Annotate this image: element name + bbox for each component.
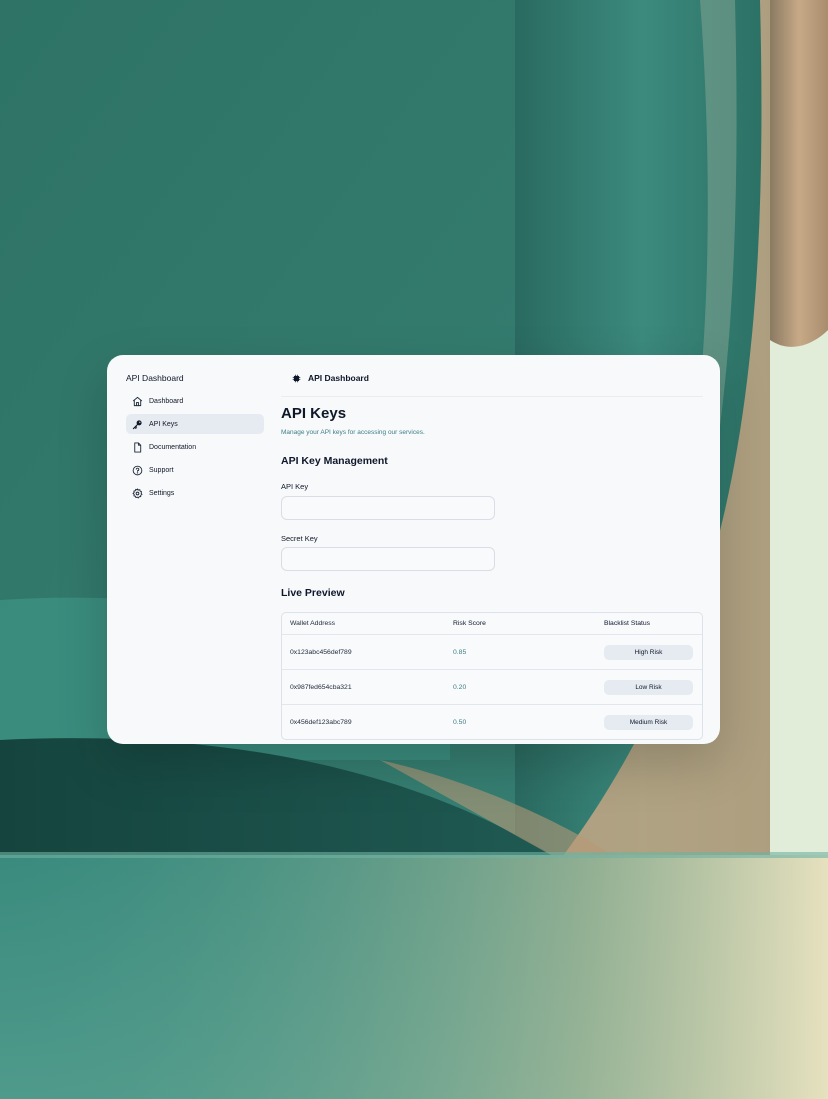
live-preview-title: Live Preview	[281, 587, 345, 599]
header-brand-label: API Dashboard	[308, 373, 369, 383]
app-window: API Dashboard Dashboard API Keys Documen…	[107, 355, 720, 744]
api-key-label: API Key	[281, 482, 309, 491]
sidebar-nav: Dashboard API Keys Documentation Support	[126, 391, 264, 506]
blacklist-status-cell: Low Risk	[604, 670, 693, 704]
home-icon	[132, 396, 143, 407]
cpu-chip-icon	[292, 374, 301, 383]
wallet-address-cell: 0x987fed654cba321	[290, 683, 352, 691]
key-icon	[132, 419, 143, 430]
column-header-risk-score: Risk Score	[453, 620, 486, 627]
sidebar-item-label: Documentation	[149, 443, 197, 451]
sidebar: API Dashboard Dashboard API Keys Documen…	[107, 355, 272, 744]
secret-key-input[interactable]	[281, 547, 495, 571]
header-brand[interactable]: API Dashboard	[292, 373, 369, 383]
table-header-row: Wallet Address Risk Score Blacklist Stat…	[282, 613, 702, 634]
api-key-management-title: API Key Management	[281, 455, 388, 467]
sidebar-item-label: Support	[149, 466, 174, 474]
sidebar-item-api-keys[interactable]: API Keys	[126, 414, 264, 434]
table-row[interactable]: 0x987fed654cba321 0.20 Low Risk	[282, 669, 702, 704]
sidebar-item-label: API Keys	[149, 420, 178, 428]
page-title: API Keys	[281, 405, 347, 422]
sidebar-item-documentation[interactable]: Documentation	[126, 437, 264, 457]
status-badge: Low Risk	[604, 679, 693, 695]
table-row[interactable]: 0x123abc456def789 0.85 High Risk	[282, 634, 702, 669]
top-bar: API Dashboard	[281, 355, 703, 397]
blacklist-status-cell: Medium Risk	[604, 705, 693, 739]
sidebar-item-settings[interactable]: Settings	[126, 483, 264, 503]
sidebar-item-dashboard[interactable]: Dashboard	[126, 391, 264, 411]
column-header-wallet: Wallet Address	[290, 620, 336, 627]
api-key-input[interactable]	[281, 496, 495, 520]
status-badge: High Risk	[604, 644, 693, 660]
document-icon	[132, 441, 143, 453]
blacklist-status-cell: High Risk	[604, 635, 693, 669]
risk-score-cell: 0.50	[453, 718, 467, 726]
secret-key-label: Secret Key	[281, 534, 318, 543]
wallet-address-cell: 0x123abc456def789	[290, 648, 352, 656]
help-circle-icon	[132, 465, 143, 476]
risk-score-cell: 0.20	[453, 683, 467, 691]
status-badge: Medium Risk	[604, 714, 693, 730]
sidebar-item-label: Settings	[149, 489, 175, 497]
sidebar-item-support[interactable]: Support	[126, 460, 264, 480]
live-preview-table: Wallet Address Risk Score Blacklist Stat…	[281, 612, 703, 740]
page-subtitle: Manage your API keys for accessing our s…	[281, 429, 425, 436]
gear-icon	[132, 487, 143, 499]
column-header-blacklist-status: Blacklist Status	[604, 620, 651, 627]
wallet-address-cell: 0x456def123abc789	[290, 718, 352, 726]
sidebar-title: API Dashboard	[126, 373, 184, 383]
sidebar-item-label: Dashboard	[149, 397, 184, 405]
risk-score-cell: 0.85	[453, 648, 467, 656]
table-row[interactable]: 0x456def123abc789 0.50 Medium Risk	[282, 704, 702, 739]
